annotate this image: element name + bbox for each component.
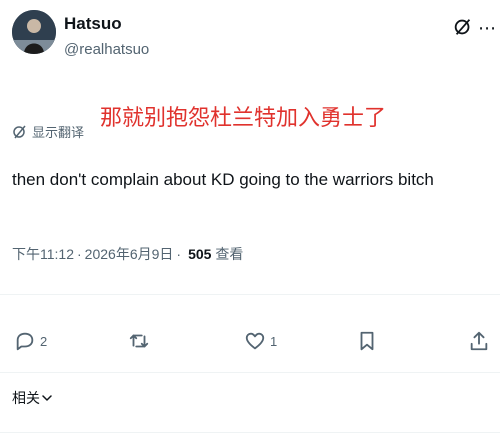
- chevron-down-icon: [42, 395, 52, 401]
- tweet-date[interactable]: 2026年6月9日: [85, 244, 174, 264]
- reply-button[interactable]: 2: [14, 330, 47, 352]
- tweet-meta: 下午11:12 · 2026年6月9日 · 505 查看: [12, 244, 243, 264]
- share-icon: [470, 331, 488, 351]
- translate-label: 显示翻译: [32, 125, 85, 140]
- grok-icon[interactable]: [452, 16, 474, 38]
- bookmark-icon: [360, 331, 374, 351]
- tweet-time[interactable]: 下午11:12: [12, 244, 74, 264]
- divider: [0, 294, 500, 295]
- user-handle[interactable]: @realhatsuo: [64, 41, 149, 58]
- meta-separator: ·: [77, 246, 82, 262]
- overlay-caption: 那就别抱怨杜兰特加入勇士了: [100, 106, 387, 131]
- divider: [0, 432, 500, 433]
- retweet-icon: [129, 334, 149, 348]
- show-translation-link[interactable]: 显示翻译: [12, 122, 84, 141]
- share-button[interactable]: [468, 330, 490, 352]
- like-button[interactable]: 1: [244, 330, 277, 352]
- related-label: 相关: [12, 390, 40, 406]
- retweet-button[interactable]: [128, 330, 154, 352]
- reply-count: 2: [40, 333, 48, 349]
- tweet-text: then don't complain about KD going to th…: [12, 170, 434, 189]
- views-count: 505: [188, 246, 212, 262]
- bookmark-button[interactable]: [356, 330, 378, 352]
- related-toggle[interactable]: 相关: [12, 388, 52, 408]
- avatar[interactable]: [12, 10, 56, 54]
- divider: [0, 372, 500, 373]
- display-name[interactable]: Hatsuo: [64, 14, 122, 34]
- more-icon[interactable]: ⋯: [478, 18, 497, 39]
- reply-icon: [16, 332, 34, 351]
- like-count: 1: [270, 333, 278, 349]
- translate-icon: [13, 125, 26, 138]
- heart-icon: [245, 332, 265, 350]
- views-label: 查看: [215, 246, 244, 262]
- meta-separator: ·: [176, 246, 182, 262]
